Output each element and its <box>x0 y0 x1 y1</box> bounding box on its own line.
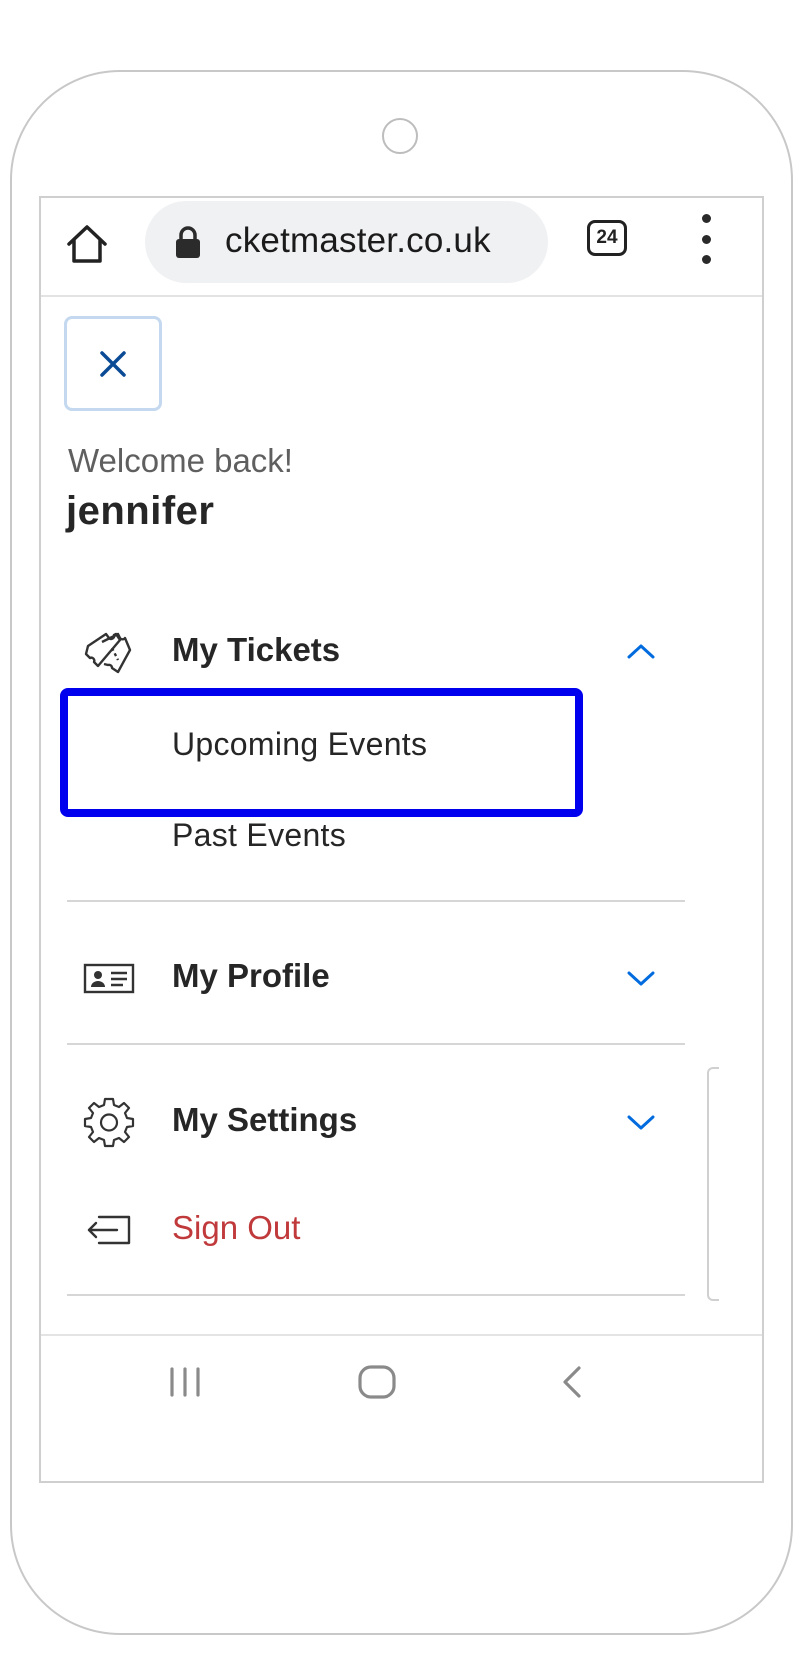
sign-out-label: Sign Out <box>172 1209 301 1246</box>
chevron-down-icon <box>627 971 655 986</box>
screen: cketmaster.co.uk 24 Welcome back! jennif… <box>39 196 764 1483</box>
tab-switcher-button[interactable]: 24 <box>587 220 627 256</box>
back-icon[interactable] <box>557 1362 587 1402</box>
close-icon <box>100 350 126 377</box>
chevron-down-icon <box>627 1115 655 1130</box>
tab-count: 24 <box>596 227 618 248</box>
system-nav-bar <box>41 1334 762 1481</box>
home-icon[interactable] <box>59 216 115 272</box>
section-label: My Settings <box>172 1101 358 1138</box>
more-vertical-icon[interactable] <box>693 214 719 264</box>
section-my-profile[interactable]: My Profile <box>41 949 762 1009</box>
section-my-settings[interactable]: My Settings <box>41 1093 762 1153</box>
browser-toolbar: cketmaster.co.uk 24 <box>41 198 762 297</box>
url-text: cketmaster.co.uk <box>225 221 491 260</box>
section-label: My Tickets <box>172 631 341 668</box>
recent-apps-icon[interactable] <box>167 1362 203 1402</box>
username: jennifer <box>66 489 215 533</box>
address-bar[interactable]: cketmaster.co.uk <box>145 201 548 283</box>
menu-item-past-events[interactable]: Past Events <box>172 817 346 854</box>
highlight-box <box>60 688 583 817</box>
close-button[interactable] <box>64 316 162 411</box>
lock-icon <box>176 226 200 258</box>
gear-icon <box>81 1097 137 1148</box>
sign-out-button[interactable]: Sign Out <box>41 1201 762 1261</box>
divider <box>67 1294 685 1296</box>
section-my-tickets[interactable]: My Tickets <box>41 623 762 683</box>
scrollbar[interactable] <box>707 1067 719 1301</box>
account-menu: Welcome back! jennifer My Tickets Upcomi… <box>41 297 762 1387</box>
tickets-icon <box>81 627 137 677</box>
chevron-up-icon <box>627 644 655 659</box>
divider <box>67 1043 685 1045</box>
home-button-icon[interactable] <box>357 1362 397 1402</box>
welcome-text: Welcome back! <box>68 442 293 479</box>
divider <box>67 900 685 902</box>
id-card-icon <box>81 953 137 1003</box>
section-label: My Profile <box>172 957 330 994</box>
camera-icon <box>382 118 418 154</box>
sign-out-icon <box>81 1205 137 1255</box>
